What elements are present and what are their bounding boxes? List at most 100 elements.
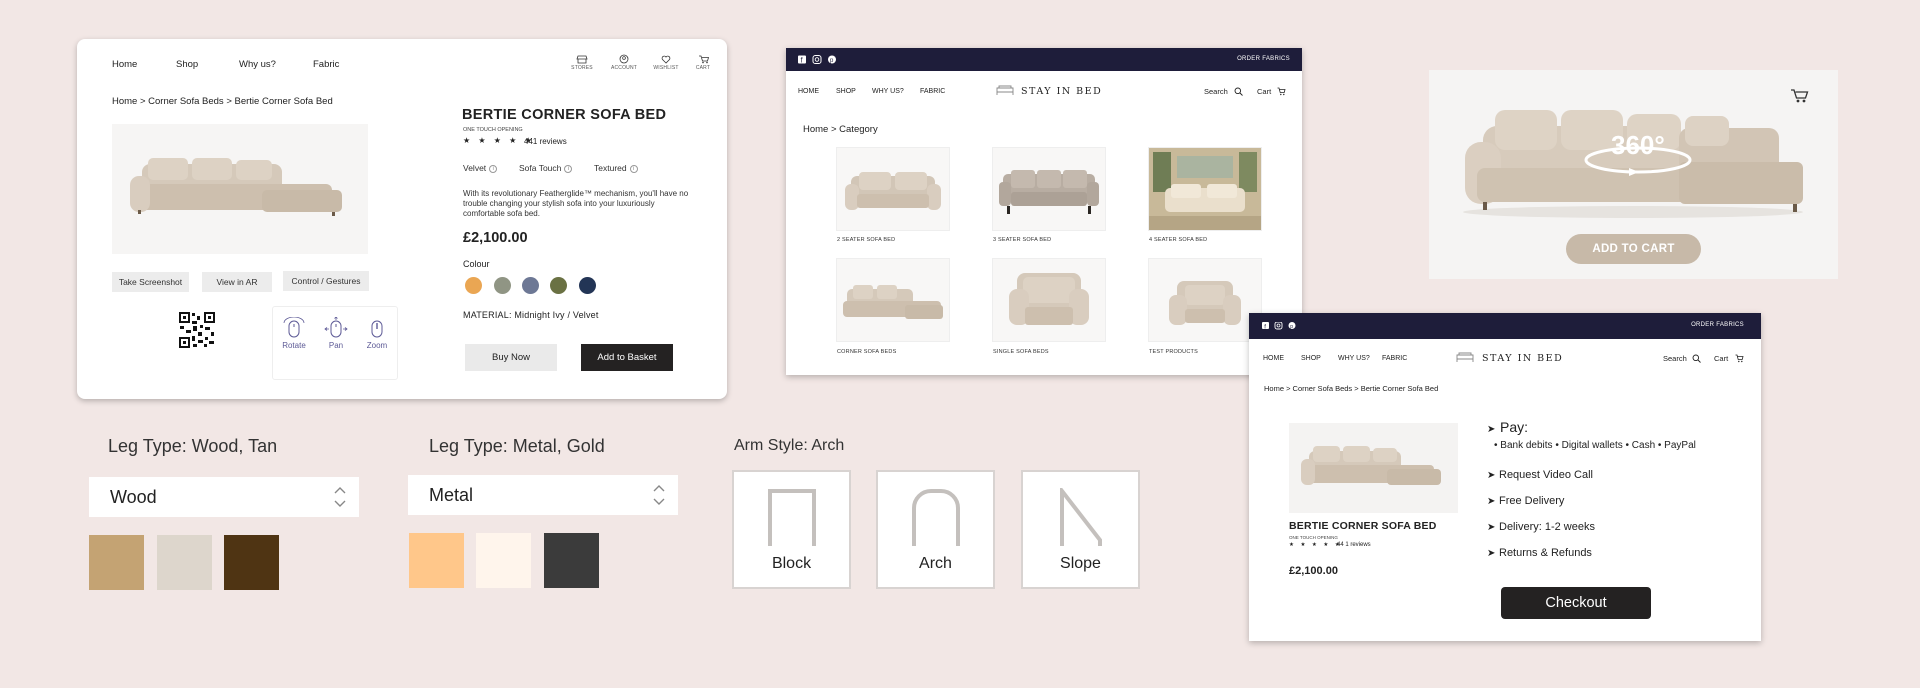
- bullet-arrow-icon: ➤: [1487, 424, 1496, 435]
- colour-swatch-blue-grey[interactable]: [522, 277, 539, 294]
- viewer-360-panel[interactable]: 360° ADD TO CART: [1429, 70, 1838, 279]
- nav-fabric[interactable]: FABRIC: [920, 88, 945, 95]
- cart-link[interactable]: Cart: [1714, 354, 1728, 363]
- arm-style-label: Arm Style: Arch: [734, 437, 845, 454]
- category-tile-single[interactable]: [992, 258, 1106, 342]
- colour-swatch-sage[interactable]: [494, 277, 511, 294]
- nav-home[interactable]: HOME: [1263, 355, 1284, 362]
- category-caption[interactable]: SINGLE SOFA BEDS: [993, 349, 1049, 355]
- request-video-call-link[interactable]: ➤ Request Video Call: [1487, 469, 1593, 481]
- leg-swatch-natural[interactable]: [157, 535, 212, 590]
- view-in-ar-button[interactable]: View in AR: [202, 272, 272, 292]
- product-image[interactable]: [112, 124, 368, 254]
- leg-material-select-wood[interactable]: Wood: [89, 477, 359, 517]
- category-tile-3-seater[interactable]: [992, 147, 1106, 231]
- product-price: £2,100.00: [1289, 565, 1338, 577]
- leg-swatch-walnut[interactable]: [224, 535, 279, 590]
- checkout-button[interactable]: Checkout: [1501, 587, 1651, 619]
- leg-swatch-black[interactable]: [544, 533, 599, 588]
- social-icons[interactable]: f p: [798, 55, 838, 64]
- armchair-illustration: [1009, 273, 1089, 325]
- control-gestures-button[interactable]: Control / Gestures: [283, 271, 369, 291]
- nav-shop[interactable]: SHOP: [836, 88, 856, 95]
- brand-logo[interactable]: STAY IN BED: [1021, 86, 1102, 97]
- search-icon[interactable]: [1234, 87, 1243, 96]
- leg-swatch-gold[interactable]: [409, 533, 464, 588]
- category-caption[interactable]: 4 SEATER SOFA BED: [1149, 237, 1207, 243]
- product-image[interactable]: [1289, 423, 1458, 513]
- buy-now-button[interactable]: Buy Now: [465, 344, 557, 371]
- zoom-label: Zoom: [366, 341, 388, 350]
- arm-option-arch[interactable]: Arch: [876, 470, 995, 589]
- logo-bed-icon: [1456, 352, 1474, 362]
- bullet-arrow-icon: ➤: [1487, 496, 1496, 507]
- colour-swatch-olive[interactable]: [550, 277, 567, 294]
- nav-shop[interactable]: SHOP: [1301, 355, 1321, 362]
- gesture-pan[interactable]: Pan: [321, 317, 351, 350]
- nav-home[interactable]: HOME: [798, 88, 819, 95]
- leg-swatch-cream[interactable]: [476, 533, 531, 588]
- category-tile-4-seater[interactable]: [1148, 147, 1262, 231]
- category-tile-test[interactable]: [1148, 258, 1262, 342]
- add-to-cart-button[interactable]: ADD TO CART: [1566, 234, 1701, 264]
- category-caption[interactable]: CORNER SOFA BEDS: [837, 349, 896, 355]
- breadcrumb[interactable]: Home > Category: [803, 124, 878, 135]
- bullet-arrow-icon: ➤: [1487, 548, 1496, 559]
- reviews-link[interactable]: 441 reviews: [524, 137, 567, 146]
- qr-code-icon[interactable]: [178, 311, 216, 349]
- stores-link[interactable]: STORES: [567, 54, 597, 71]
- wishlist-link[interactable]: WISHLIST: [651, 54, 681, 71]
- cart-icon[interactable]: [1277, 87, 1286, 96]
- search-link[interactable]: Search: [1663, 354, 1687, 363]
- leg-material-select-metal[interactable]: Metal: [408, 475, 678, 515]
- nav-shop[interactable]: Shop: [176, 59, 198, 70]
- order-fabrics-link[interactable]: ORDER FABRICS: [1237, 56, 1290, 62]
- free-delivery-item: ➤ Free Delivery: [1487, 495, 1564, 507]
- colour-swatch-midnight[interactable]: [579, 277, 596, 294]
- breadcrumb[interactable]: Home > Corner Sofa Beds > Bertie Corner …: [112, 96, 333, 107]
- feature-label: Returns & Refunds: [1499, 547, 1592, 559]
- breadcrumb[interactable]: Home > Corner Sofa Beds > Bertie Corner …: [1264, 384, 1438, 393]
- zoom-gesture-icon: [371, 320, 383, 338]
- arm-option-block[interactable]: Block: [732, 470, 851, 589]
- gesture-zoom[interactable]: Zoom: [362, 317, 392, 350]
- nav-fabric[interactable]: Fabric: [313, 59, 339, 70]
- fabric-label: Velvet: [463, 163, 487, 173]
- category-caption[interactable]: TEST PRODUCTS: [1149, 349, 1198, 355]
- fabric-option-textured[interactable]: Textured i: [594, 163, 638, 173]
- info-icon[interactable]: i: [489, 165, 498, 173]
- arm-option-slope[interactable]: Slope: [1021, 470, 1140, 589]
- search-icon[interactable]: [1692, 354, 1701, 363]
- cart-link[interactable]: Cart: [1257, 87, 1271, 96]
- social-icons[interactable]: f p: [1262, 322, 1298, 330]
- nav-home[interactable]: Home: [112, 59, 137, 70]
- nav-why-us[interactable]: WHY US?: [1338, 355, 1370, 362]
- search-link[interactable]: Search: [1204, 87, 1228, 96]
- cart-link[interactable]: CART: [688, 54, 718, 71]
- info-icon[interactable]: i: [629, 165, 638, 173]
- info-icon[interactable]: i: [564, 165, 573, 173]
- category-tile-2-seater[interactable]: [836, 147, 950, 231]
- returns-refunds-link[interactable]: ➤ Returns & Refunds: [1487, 547, 1592, 559]
- fabric-option-velvet[interactable]: Velvet i: [463, 163, 498, 173]
- block-arm-icon: [768, 489, 816, 546]
- add-to-basket-button[interactable]: Add to Basket: [581, 344, 673, 371]
- nav-why-us[interactable]: Why us?: [239, 59, 276, 70]
- order-fabrics-link[interactable]: ORDER FABRICS: [1691, 322, 1744, 328]
- reviews-link[interactable]: 44 1 reviews: [1337, 542, 1371, 548]
- cart-icon[interactable]: [1735, 354, 1744, 363]
- sofa-room-photo: [1149, 148, 1261, 230]
- gesture-rotate[interactable]: Rotate: [279, 317, 309, 350]
- fabric-option-sofa-touch[interactable]: Sofa Touch i: [519, 163, 573, 173]
- take-screenshot-button[interactable]: Take Screenshot: [112, 272, 189, 292]
- account-link[interactable]: ACCOUNT: [609, 54, 639, 71]
- leg-swatch-tan[interactable]: [89, 535, 144, 590]
- account-icon: [619, 54, 629, 64]
- colour-swatch-orange[interactable]: [465, 277, 482, 294]
- nav-why-us[interactable]: WHY US?: [872, 88, 904, 95]
- category-caption[interactable]: 3 SEATER SOFA BED: [993, 237, 1051, 243]
- nav-fabric[interactable]: FABRIC: [1382, 355, 1407, 362]
- brand-logo[interactable]: STAY IN BED: [1482, 353, 1563, 364]
- category-tile-corner[interactable]: [836, 258, 950, 342]
- category-caption[interactable]: 2 SEATER SOFA BED: [837, 237, 895, 243]
